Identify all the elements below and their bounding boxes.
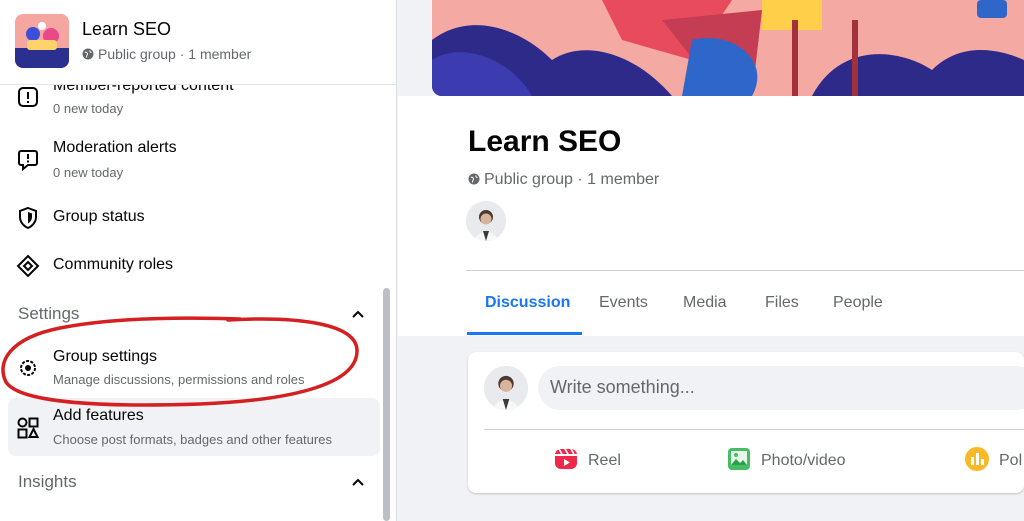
sidebar-item-group-settings[interactable]: Group settings Manage discussions, permi…: [8, 340, 380, 394]
sidebar-item-label: Moderation alerts: [53, 139, 177, 156]
member-avatar[interactable]: [466, 201, 506, 241]
tab-discussion[interactable]: Discussion: [485, 294, 570, 312]
sidebar-item-desc: 0 new today: [53, 165, 124, 180]
globe-icon: [468, 173, 480, 185]
shield-icon: [19, 206, 37, 230]
active-tab-indicator: [467, 332, 582, 335]
sidebar-item-label: Group status: [53, 208, 145, 225]
sidebar-item-desc: Manage discussions, permissions and role…: [53, 372, 305, 387]
group-meta: Public group · 1 member: [82, 46, 251, 62]
tab-people[interactable]: People: [833, 294, 883, 312]
sidebar-item-desc: 0 new today: [53, 101, 124, 116]
chevron-up-icon[interactable]: [350, 474, 366, 490]
photo-video-label: Photo/video: [761, 452, 846, 469]
main-content: Learn SEO Public group · 1 member Discus…: [398, 0, 1024, 521]
page-title: Learn SEO: [468, 125, 622, 158]
reel-icon: [555, 448, 577, 469]
cover-photo: [432, 0, 1024, 96]
features-icon: [17, 417, 40, 439]
poll-label: Pol: [999, 452, 1023, 469]
sidebar-header: Learn SEO Public group · 1 member: [0, 0, 396, 85]
chevron-up-icon[interactable]: [350, 306, 366, 322]
sidebar-scrollbar[interactable]: [383, 288, 390, 521]
sidebar-item-add-features[interactable]: Add features Choose post formats, badges…: [8, 398, 380, 456]
divider: [466, 270, 1024, 271]
sidebar: Member-reported content 0 new today Mode…: [0, 0, 397, 521]
alert-bubble-icon: [18, 150, 38, 172]
write-placeholder: Write something...: [550, 377, 695, 397]
photo-video-button[interactable]: Photo/video: [726, 446, 866, 474]
sidebar-item-label: Group settings: [53, 348, 158, 365]
user-avatar[interactable]: [484, 366, 528, 410]
reel-button[interactable]: Reel: [553, 446, 653, 474]
sidebar-item-moderation-alerts[interactable]: Moderation alerts 0 new today: [8, 136, 380, 186]
post-composer: Write something... Reel Photo/video Pol: [468, 352, 1024, 493]
group-meta-text: Public group · 1 member: [98, 46, 252, 62]
photo-icon: [728, 448, 750, 470]
reel-label: Reel: [588, 452, 621, 469]
settings-section-title: Settings: [18, 304, 80, 323]
sidebar-item-label: Add features: [53, 407, 144, 424]
group-info-panel: Learn SEO Public group · 1 member Discus…: [398, 96, 1024, 336]
sidebar-item-label: Community roles: [53, 256, 174, 273]
group-name[interactable]: Learn SEO: [82, 19, 171, 40]
diamond-badge-icon: [16, 254, 40, 278]
group-thumbnail[interactable]: [15, 14, 69, 68]
globe-icon: [82, 48, 94, 60]
divider: [484, 429, 1024, 430]
tab-files[interactable]: Files: [765, 294, 799, 312]
sidebar-item-desc: Choose post formats, badges and other fe…: [53, 432, 332, 447]
gear-icon: [20, 360, 36, 376]
insights-section-title: Insights: [18, 472, 77, 491]
tab-media[interactable]: Media: [683, 294, 727, 312]
sidebar-item-community-roles[interactable]: Community roles: [8, 246, 380, 286]
group-meta: Public group · 1 member: [468, 171, 659, 189]
group-meta-text: Public group · 1 member: [484, 171, 660, 188]
poll-button[interactable]: Pol: [964, 446, 1024, 474]
tab-events[interactable]: Events: [599, 294, 648, 312]
poll-icon: [965, 447, 989, 471]
report-icon: [18, 87, 38, 107]
sidebar-item-group-status[interactable]: Group status: [8, 198, 380, 238]
